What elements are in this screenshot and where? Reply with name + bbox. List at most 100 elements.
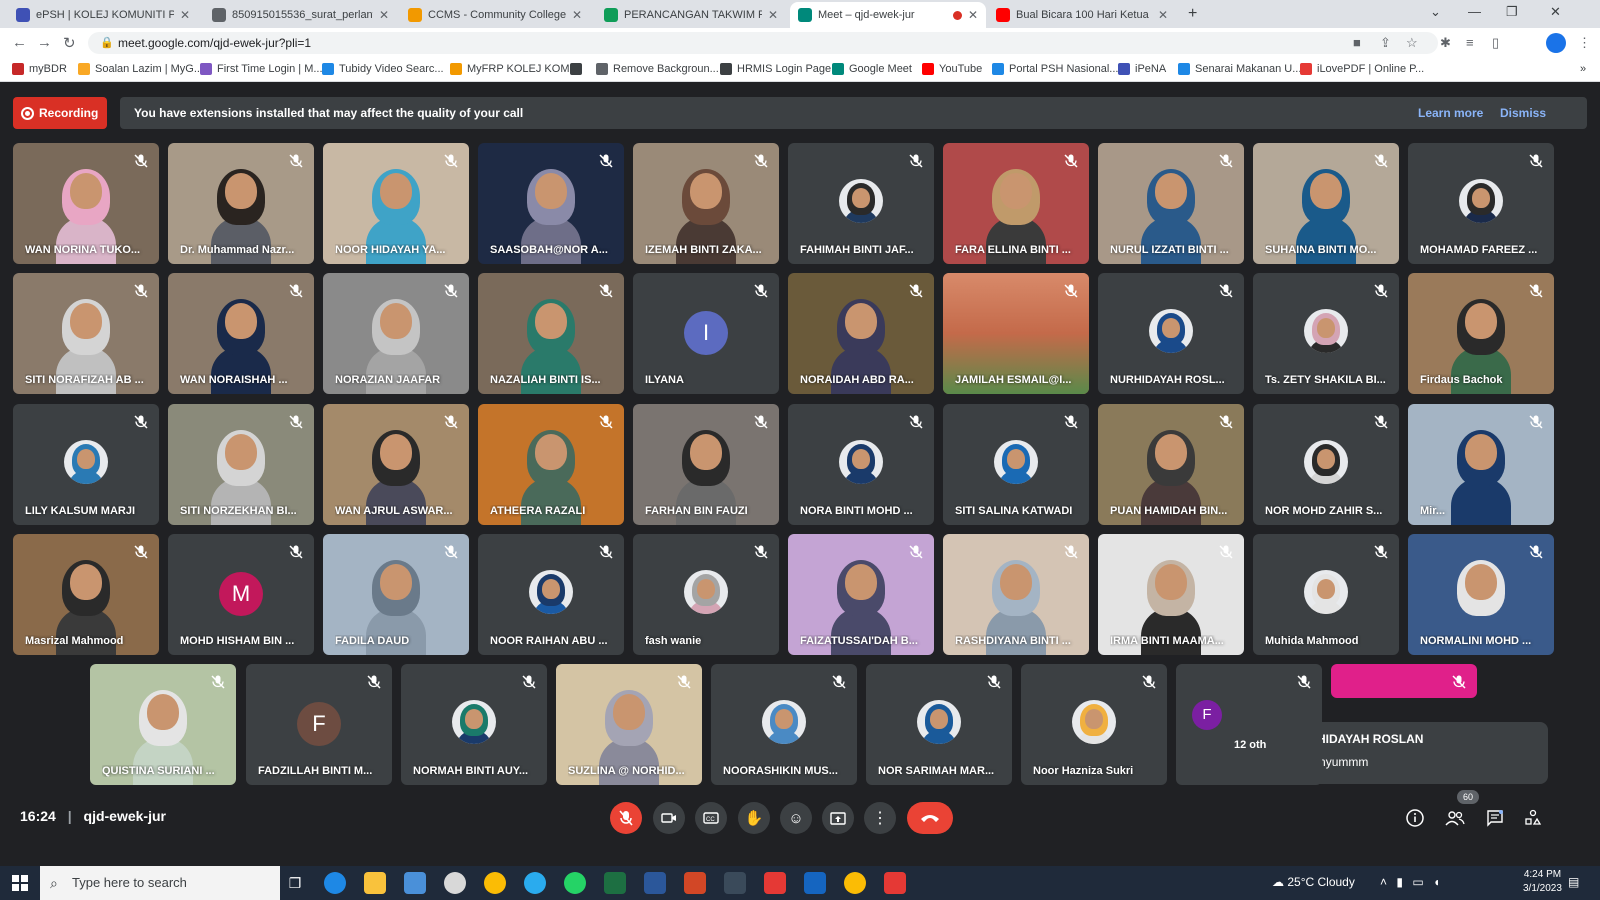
back-icon[interactable]: ←	[12, 34, 27, 51]
captions-button[interactable]: CC	[695, 802, 727, 834]
mic-toggle-button[interactable]	[610, 802, 642, 834]
participant-tile[interactable]: Mir...	[1408, 404, 1554, 525]
camera-toggle-button[interactable]	[653, 802, 685, 834]
app-icon[interactable]	[724, 872, 746, 894]
participant-tile[interactable]: FARA ELLINA BINTI ...	[943, 143, 1089, 264]
url-input[interactable]: 🔒 meet.google.com/qjd-ewek-jur?pli=1	[88, 32, 1438, 54]
bookmark-star-icon[interactable]: ☆	[1406, 35, 1418, 51]
new-tab-button[interactable]: +	[1188, 5, 1197, 23]
bookmark-item[interactable]: Senarai Makanan U...	[1178, 63, 1301, 75]
participant-tile[interactable]: FARHAN BIN FAUZI	[633, 404, 779, 525]
close-tab-icon[interactable]: ✕	[180, 8, 190, 22]
participant-tile[interactable]: NOOR HIDAYAH YA...	[323, 143, 469, 264]
app-icon[interactable]	[444, 872, 466, 894]
profile-avatar[interactable]	[1546, 33, 1566, 53]
participant-tile[interactable]: NORMALINI MOHD ...	[1408, 534, 1554, 655]
participant-tile[interactable]: RASHDIYANA BINTI ...	[943, 534, 1089, 655]
bookmark-item[interactable]: Tubidy Video Searc...	[322, 63, 444, 75]
side-panel-icon[interactable]: ▯	[1492, 35, 1499, 51]
participant-tile[interactable]: FAHIMAH BINTI JAF...	[788, 143, 934, 264]
close-tab-icon[interactable]: ✕	[572, 8, 582, 22]
bookmark-item[interactable]: Soalan Lazim | MyG...	[78, 63, 203, 75]
notification-center-icon[interactable]: ▤	[1568, 875, 1579, 889]
bookmark-item[interactable]: MyFRP KOLEJ KOM...	[450, 63, 579, 75]
acrobat-icon[interactable]	[884, 872, 906, 894]
close-tab-icon[interactable]: ✕	[768, 8, 778, 22]
participant-tile[interactable]: M MOHD HISHAM BIN ...	[168, 534, 314, 655]
close-tab-icon[interactable]: ✕	[968, 8, 978, 22]
close-tab-icon[interactable]: ✕	[379, 8, 389, 22]
participant-tile[interactable]: Ts. ZETY SHAKILA BI...	[1253, 273, 1399, 394]
tab-search-icon[interactable]: ⌄	[1430, 4, 1441, 20]
participant-tile[interactable]: NOR MOHD ZAHIR S...	[1253, 404, 1399, 525]
participant-tile[interactable]: SAASOBAH@NOR A...	[478, 143, 624, 264]
minimize-button[interactable]: —	[1468, 4, 1481, 19]
participant-tile[interactable]: Muhida Mahmood	[1253, 534, 1399, 655]
reading-list-icon[interactable]: ≡	[1466, 35, 1474, 50]
participant-tile[interactable]: IZEMAH BINTI ZAKA...	[633, 143, 779, 264]
participant-tile[interactable]: F 12 oth	[1176, 664, 1322, 785]
taskbar-search-box[interactable]: ⌕ Type here to search	[40, 866, 280, 900]
system-tray-icons[interactable]: ˄ ▮ ▭ ◖	[1380, 875, 1440, 889]
raise-hand-button[interactable]: ✋	[738, 802, 770, 834]
browser-tab[interactable]: 850915015536_surat_perlantikan ✕	[204, 2, 397, 28]
recording-badge[interactable]: Recording	[13, 97, 107, 129]
browser-tab[interactable]: Meet – qjd-ewek-jur ✕	[790, 2, 986, 28]
camera-permission-icon[interactable]: ■	[1353, 35, 1361, 50]
excel-icon[interactable]	[604, 872, 626, 894]
more-options-button[interactable]: ⋮	[864, 802, 896, 834]
participant-tile[interactable]: NURHIDAYAH ROSL...	[1098, 273, 1244, 394]
bookmark-item[interactable]: YouTube	[922, 63, 982, 75]
weather-widget[interactable]: ☁ 25°C Cloudy	[1272, 875, 1355, 889]
edge-icon[interactable]	[324, 872, 346, 894]
browser-tab[interactable]: CCMS - Community College Ma ✕	[400, 2, 590, 28]
bookmark-item[interactable]: iPeNA	[1118, 63, 1166, 75]
participant-tile[interactable]: SUZLINA @ NORHID...	[556, 664, 702, 785]
participant-tile[interactable]: NORAIDAH ABD RA...	[788, 273, 934, 394]
participant-tile[interactable]: SUHAINA BINTI MO...	[1253, 143, 1399, 264]
leave-call-button[interactable]	[907, 802, 953, 834]
share-icon[interactable]: ⇪	[1380, 35, 1391, 51]
word-icon[interactable]	[644, 872, 666, 894]
participant-tile[interactable]: SITI NORZEKHAN BI...	[168, 404, 314, 525]
reactions-button[interactable]: ☺	[780, 802, 812, 834]
participant-tile[interactable]: WAN AJRUL ASWAR...	[323, 404, 469, 525]
participant-tile[interactable]: FAIZATUSSAI'DAH B...	[788, 534, 934, 655]
participant-tile[interactable]: Noor Hazniza Sukri	[1021, 664, 1167, 785]
bookmark-item[interactable]: iLovePDF | Online P...	[1300, 63, 1424, 75]
activities-button[interactable]	[1523, 808, 1543, 828]
bookmark-item[interactable]	[570, 63, 587, 75]
participant-tile[interactable]: NAZALIAH BINTI IS...	[478, 273, 624, 394]
wps-icon[interactable]	[764, 872, 786, 894]
participant-tile[interactable]: ATHEERA RAZALI	[478, 404, 624, 525]
participant-tile[interactable]: Dr. Muhammad Nazr...	[168, 143, 314, 264]
participant-tile[interactable]: IRMA BINTI MAAMA...	[1098, 534, 1244, 655]
whatsapp-icon[interactable]	[564, 872, 586, 894]
participant-tile[interactable]: Firdaus Bachok	[1408, 273, 1554, 394]
participant-tile[interactable]: PUAN HAMIDAH BIN...	[1098, 404, 1244, 525]
participant-tile[interactable]: NOOR RAIHAN ABU ...	[478, 534, 624, 655]
chrome-active-icon[interactable]	[844, 872, 866, 894]
bookmark-item[interactable]: Portal PSH Nasional...	[992, 63, 1118, 75]
browser-tab[interactable]: ePSH | KOLEJ KOMUNITI PASIR G ✕	[8, 2, 198, 28]
dismiss-button[interactable]: Dismiss	[1500, 97, 1546, 129]
restore-button[interactable]: ❐	[1506, 4, 1518, 20]
telegram-icon[interactable]	[524, 872, 546, 894]
close-tab-icon[interactable]: ✕	[1158, 8, 1168, 22]
people-button[interactable]	[1445, 808, 1465, 828]
windows-start-icon[interactable]	[12, 875, 28, 891]
participant-tile[interactable]: NORMAH BINTI AUY...	[401, 664, 547, 785]
participant-tile[interactable]: MOHAMAD FAREEZ ...	[1408, 143, 1554, 264]
file-explorer-icon[interactable]	[364, 872, 386, 894]
participant-tile[interactable]: SITI SALINA KATWADI	[943, 404, 1089, 525]
close-window-button[interactable]: ✕	[1550, 4, 1561, 20]
participant-tile[interactable]: JAMILAH ESMAIL@I...	[943, 273, 1089, 394]
chrome-icon[interactable]	[484, 872, 506, 894]
participant-tile[interactable]: LILY KALSUM MARJI	[13, 404, 159, 525]
participant-tile[interactable]: NORAZIAN JAAFAR	[323, 273, 469, 394]
reload-icon[interactable]: ↻	[63, 34, 76, 52]
participant-tile[interactable]: NURUL IZZATI BINTI ...	[1098, 143, 1244, 264]
meeting-details-button[interactable]	[1405, 808, 1425, 828]
participant-tile[interactable]: NORA BINTI MOHD ...	[788, 404, 934, 525]
bookmark-item[interactable]: First Time Login | M...	[200, 63, 323, 75]
